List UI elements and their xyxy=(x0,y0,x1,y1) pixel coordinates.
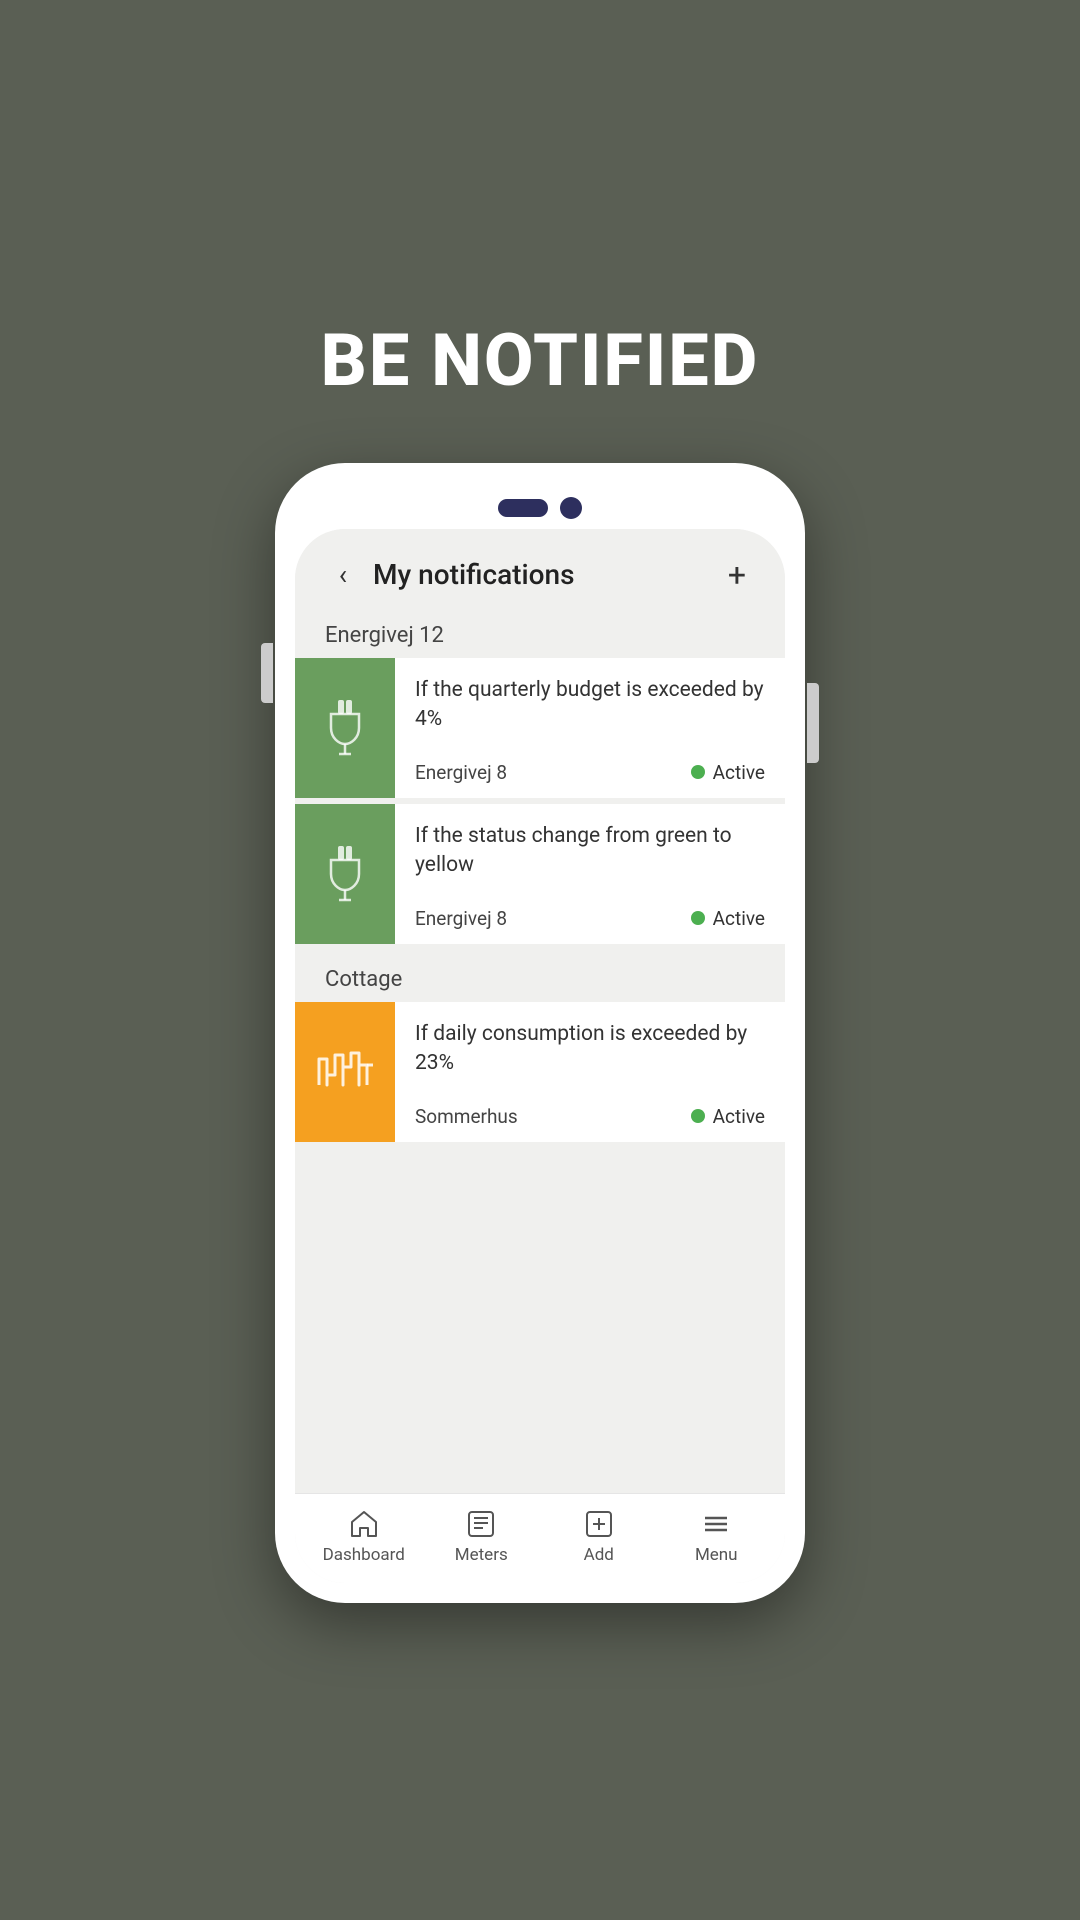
notif-body-1: If the quarterly budget is exceeded by 4… xyxy=(395,658,785,798)
notif-footer-1: Energivej 8 Active xyxy=(415,761,765,784)
notif-description-2: If the status change from green to yello… xyxy=(415,822,765,881)
notif-footer-3: Sommerhus Active xyxy=(415,1105,765,1128)
notif-icon-area-1 xyxy=(295,658,395,798)
dashboard-icon xyxy=(348,1508,380,1540)
notif-icon-area-2 xyxy=(295,804,395,944)
notif-status-1: Active xyxy=(691,761,765,784)
nav-item-meters[interactable]: Meters xyxy=(423,1508,541,1565)
section-label-energivej12: Energivej 12 xyxy=(295,611,785,658)
nav-label-menu: Menu xyxy=(695,1545,738,1565)
nav-label-dashboard: Dashboard xyxy=(323,1545,405,1565)
notif-description-1: If the quarterly budget is exceeded by 4… xyxy=(415,676,765,735)
header: ‹ My notifications + xyxy=(295,529,785,611)
meters-icon xyxy=(465,1508,497,1540)
notif-body-2: If the status change from green to yello… xyxy=(395,804,785,944)
page-title-header: My notifications xyxy=(373,558,719,591)
notif-description-3: If daily consumption is exceeded by 23% xyxy=(415,1020,765,1079)
notif-meter-2: Energivej 8 xyxy=(415,907,507,930)
nav-item-add[interactable]: Add xyxy=(540,1508,658,1565)
notif-body-3: If daily consumption is exceeded by 23% … xyxy=(395,1002,785,1142)
status-dot-3 xyxy=(691,1109,705,1123)
add-nav-icon xyxy=(583,1508,615,1540)
notification-card-3[interactable]: If daily consumption is exceeded by 23% … xyxy=(295,1002,785,1142)
notif-status-2: Active xyxy=(691,907,765,930)
notification-card-2[interactable]: If the status change from green to yello… xyxy=(295,804,785,944)
status-label-1: Active xyxy=(713,761,765,784)
notif-icon-area-3 xyxy=(295,1002,395,1142)
add-button[interactable]: + xyxy=(719,557,755,593)
phone-notch xyxy=(295,483,785,529)
menu-icon xyxy=(700,1508,732,1540)
nav-label-meters: Meters xyxy=(455,1545,508,1565)
notif-meter-1: Energivej 8 xyxy=(415,761,507,784)
screen: ‹ My notifications + Energivej 12 xyxy=(295,529,785,1583)
back-button[interactable]: ‹ xyxy=(325,557,361,593)
section-energivej12: Energivej 12 If the quarterly budge xyxy=(295,611,785,944)
notif-footer-2: Energivej 8 Active xyxy=(415,907,765,930)
phone-frame: ‹ My notifications + Energivej 12 xyxy=(275,463,805,1603)
section-label-cottage: Cottage xyxy=(295,955,785,1002)
notification-card-1[interactable]: If the quarterly budget is exceeded by 4… xyxy=(295,658,785,798)
status-dot-1 xyxy=(691,765,705,779)
back-chevron-icon: ‹ xyxy=(339,561,347,589)
notch-circle xyxy=(560,497,582,519)
nav-label-add: Add xyxy=(584,1545,614,1565)
plug-icon-1 xyxy=(323,698,367,758)
section-divider-1 xyxy=(295,947,785,955)
content-scroll[interactable]: Energivej 12 If the quarterly budge xyxy=(295,611,785,1493)
status-label-3: Active xyxy=(713,1105,765,1128)
add-icon: + xyxy=(728,559,746,591)
nav-item-dashboard[interactable]: Dashboard xyxy=(305,1508,423,1565)
page-title-text: BE NOTIFIED xyxy=(321,318,760,403)
notif-meter-3: Sommerhus xyxy=(415,1105,518,1128)
status-dot-2 xyxy=(691,911,705,925)
status-label-2: Active xyxy=(713,907,765,930)
plug-icon-2 xyxy=(323,844,367,904)
section-cottage: Cottage If daily consumption is exceeded… xyxy=(295,955,785,1142)
notch-pill xyxy=(498,499,548,517)
notif-status-3: Active xyxy=(691,1105,765,1128)
nav-item-menu[interactable]: Menu xyxy=(658,1508,776,1565)
wave-icon-3 xyxy=(315,1047,375,1097)
bottom-nav: Dashboard Meters Add xyxy=(295,1493,785,1583)
